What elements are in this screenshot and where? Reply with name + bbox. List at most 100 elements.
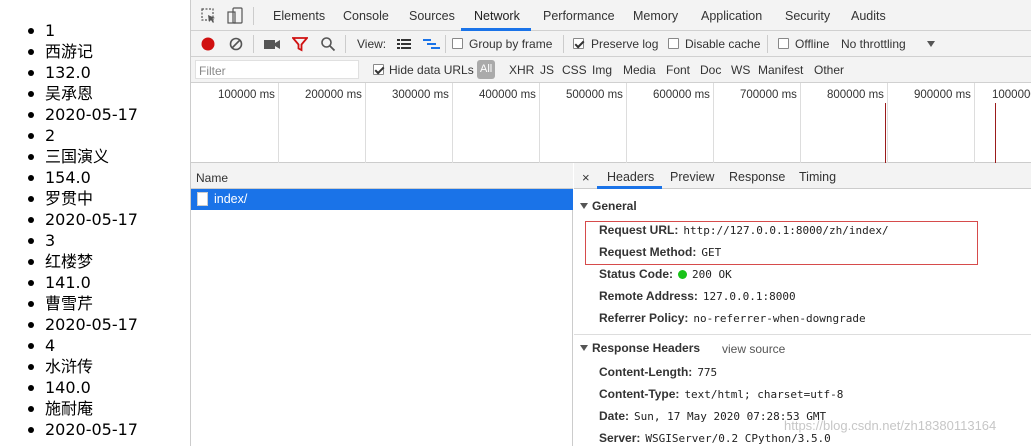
- general-section-header[interactable]: General: [580, 199, 637, 213]
- list-item: 罗贯中: [0, 188, 190, 209]
- filter-type-font[interactable]: Font: [666, 63, 690, 77]
- tab-elements[interactable]: Elements: [273, 9, 325, 23]
- filter-type-all[interactable]: All: [480, 63, 492, 75]
- list-item: 三国演义: [0, 146, 190, 167]
- response-headers-section-header[interactable]: Response Headers: [580, 341, 700, 355]
- tab-network[interactable]: Network: [474, 9, 520, 23]
- timeline-tick: 1000000: [992, 89, 1031, 101]
- header-key: Date:: [599, 409, 630, 423]
- tab-console[interactable]: Console: [343, 9, 389, 23]
- timeline-tick: 300000 ms: [392, 89, 449, 101]
- filter-type-xhr[interactable]: XHR: [509, 63, 534, 77]
- filter-input[interactable]: Filter: [199, 64, 226, 78]
- large-rows-icon[interactable]: [397, 38, 411, 50]
- general-title: General: [592, 199, 637, 213]
- header-key: Request Method:: [599, 245, 697, 259]
- close-icon[interactable]: ×: [582, 170, 590, 185]
- record-icon[interactable]: [200, 36, 216, 52]
- devtools-panel: Elements Console Sources Network Perform…: [190, 0, 1031, 446]
- preserve-log-checkbox[interactable]: [573, 38, 584, 49]
- server-row: Server: WSGIServer/0.2 CPython/3.5.0: [599, 431, 831, 445]
- devtools-tab-bar: Elements Console Sources Network Perform…: [191, 0, 1031, 31]
- list-item: 曹雪芹: [0, 293, 190, 314]
- tab-response[interactable]: Response: [729, 170, 785, 184]
- timeline-tick: 900000 ms: [914, 89, 971, 101]
- referrer-policy-row: Referrer Policy: no-referrer-when-downgra…: [599, 311, 866, 325]
- tab-performance[interactable]: Performance: [543, 9, 615, 23]
- filter-type-manifest[interactable]: Manifest: [758, 63, 803, 77]
- timeline-tick: 600000 ms: [653, 89, 710, 101]
- timeline-overview[interactable]: 100000 ms 200000 ms 300000 ms 400000 ms …: [191, 83, 1031, 163]
- list-item: 2: [0, 125, 190, 146]
- disable-cache-checkbox[interactable]: [668, 38, 679, 49]
- network-toolbar: View: Group by frame Preserve log Disabl…: [191, 31, 1031, 57]
- inspect-element-icon[interactable]: [201, 8, 217, 24]
- watermark: https://blog.csdn.net/zh18380113164: [784, 418, 997, 433]
- group-by-frame-checkbox[interactable]: [452, 38, 463, 49]
- header-value: 127.0.0.1:8000: [702, 290, 796, 303]
- throttling-select[interactable]: No throttling: [841, 37, 906, 51]
- filter-type-js[interactable]: JS: [540, 63, 554, 77]
- filter-type-ws[interactable]: WS: [731, 63, 750, 77]
- tab-audits[interactable]: Audits: [851, 9, 886, 23]
- tab-preview[interactable]: Preview: [670, 170, 714, 184]
- load-event-marker: [885, 103, 886, 163]
- filter-type-other[interactable]: Other: [814, 63, 844, 77]
- request-method-row: Request Method: GET: [599, 245, 721, 259]
- status-code-row: Status Code: 200 OK: [599, 267, 732, 281]
- view-label: View:: [357, 37, 387, 51]
- filter-type-img[interactable]: Img: [592, 63, 612, 77]
- header-value: WSGIServer/0.2 CPython/3.5.0: [645, 432, 831, 445]
- list-item: 1: [0, 20, 190, 41]
- waterfall-overview-icon[interactable]: [423, 38, 441, 50]
- remote-address-row: Remote Address: 127.0.0.1:8000: [599, 289, 796, 303]
- filter-type-css[interactable]: CSS: [562, 63, 587, 77]
- timeline-tick: 500000 ms: [566, 89, 623, 101]
- list-item: 4: [0, 335, 190, 356]
- details-tab-bar: × Headers Preview Response Timing: [574, 163, 1031, 189]
- list-item: 2020-05-17: [0, 104, 190, 125]
- offline-checkbox[interactable]: [778, 38, 789, 49]
- section-divider: [574, 334, 1031, 335]
- content-type-row: Content-Type: text/html; charset=utf-8: [599, 387, 843, 401]
- tab-security[interactable]: Security: [785, 9, 830, 23]
- triangle-down-icon: [580, 345, 588, 351]
- name-column-label: Name: [196, 171, 229, 185]
- tab-sources[interactable]: Sources: [409, 9, 455, 23]
- request-row[interactable]: index/: [191, 189, 573, 210]
- chevron-down-icon[interactable]: [927, 41, 935, 47]
- filter-bar: Filter Hide data URLs All XHR JS CSS Img…: [191, 57, 1031, 83]
- header-key: Remote Address:: [599, 289, 698, 303]
- name-column-header[interactable]: Name: [191, 163, 573, 189]
- timeline-tick: 800000 ms: [827, 89, 884, 101]
- offline-label: Offline: [795, 37, 830, 51]
- list-item: 水浒传: [0, 356, 190, 377]
- tab-timing[interactable]: Timing: [799, 170, 836, 184]
- screenshot-camera-icon[interactable]: [264, 38, 280, 50]
- list-item: 施耐庵: [0, 398, 190, 419]
- view-source-link[interactable]: view source: [722, 342, 785, 356]
- list-item: 141.0: [0, 272, 190, 293]
- list-item: 3: [0, 230, 190, 251]
- filter-icon[interactable]: [292, 36, 308, 52]
- document-icon: [197, 192, 208, 206]
- tab-memory[interactable]: Memory: [633, 9, 678, 23]
- timeline-tick: 100000 ms: [218, 89, 275, 101]
- triangle-down-icon: [580, 203, 588, 209]
- header-key: Content-Type:: [599, 387, 680, 401]
- page-content: 1 西游记 132.0 吴承恩 2020-05-17 2 三国演义 154.0 罗贯中 2020-…: [0, 0, 190, 446]
- filter-type-media[interactable]: Media: [623, 63, 656, 77]
- search-icon[interactable]: [320, 36, 336, 52]
- clear-icon[interactable]: [228, 36, 244, 52]
- tab-application[interactable]: Application: [701, 9, 762, 23]
- group-by-frame-label: Group by frame: [469, 37, 553, 51]
- disable-cache-label: Disable cache: [685, 37, 761, 51]
- tab-headers[interactable]: Headers: [607, 170, 654, 184]
- timeline-tick: 400000 ms: [479, 89, 536, 101]
- timeline-tick: 700000 ms: [740, 89, 797, 101]
- device-toolbar-icon[interactable]: [227, 7, 243, 24]
- request-list: Name index/: [191, 163, 573, 446]
- hide-data-urls-checkbox[interactable]: [373, 64, 384, 75]
- header-value: http://127.0.0.1:8000/zh/index/: [683, 224, 889, 237]
- filter-type-doc[interactable]: Doc: [700, 63, 721, 77]
